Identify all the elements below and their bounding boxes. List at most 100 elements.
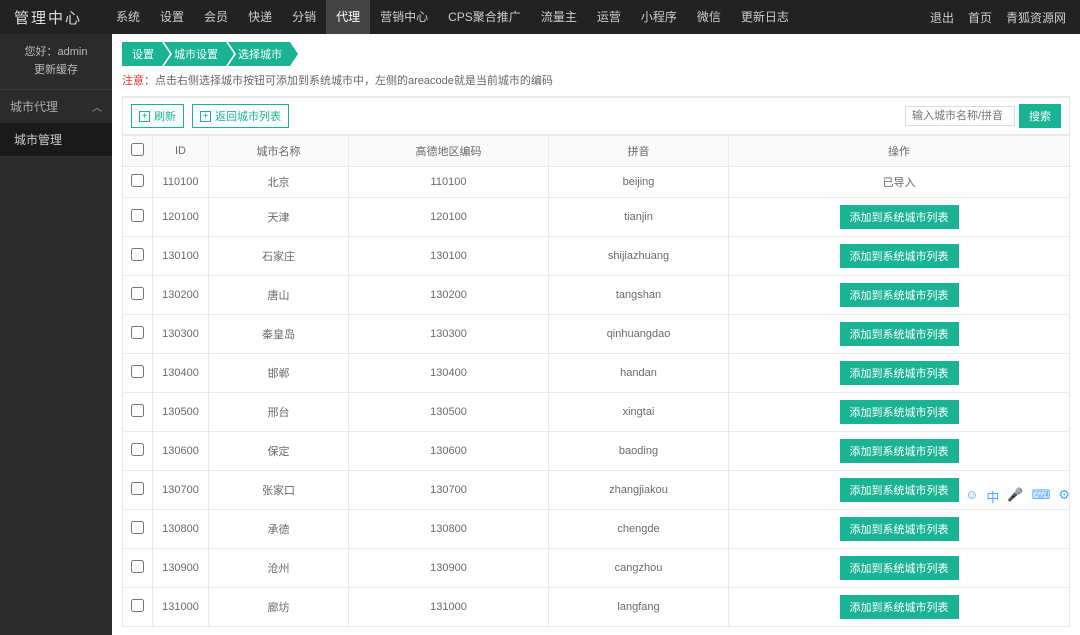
row-checkbox[interactable] (131, 404, 144, 417)
topnav-item[interactable]: 设置 (150, 0, 194, 34)
cell-id: 130600 (153, 432, 209, 471)
top-right-link[interactable]: 退出 (930, 9, 954, 26)
table-row: 130500邢台130500xingtai添加到系统城市列表 (123, 393, 1070, 432)
note-text: 注意：点击右侧选择城市按钮可添加到系统城市中，左侧的areacode就是当前城市… (122, 72, 1070, 88)
row-checkbox[interactable] (131, 287, 144, 300)
add-to-system-button[interactable]: 添加到系统城市列表 (840, 595, 959, 619)
cell-code: 130200 (349, 276, 549, 315)
mic-icon[interactable]: 🎤 (1007, 487, 1023, 506)
cell-pinyin: chengde (549, 510, 729, 549)
search-input[interactable] (905, 106, 1015, 126)
crumb-select-city[interactable]: 选择城市 (228, 42, 298, 66)
row-checkbox[interactable] (131, 365, 144, 378)
back-city-list-button[interactable]: + 返回城市列表 (192, 104, 289, 128)
topnav-item[interactable]: 代理 (326, 0, 370, 34)
topnav-item[interactable]: 微信 (687, 0, 731, 34)
cell-code: 130500 (349, 393, 549, 432)
cell-op: 添加到系统城市列表 (729, 549, 1070, 588)
topnav-item[interactable]: 系统 (106, 0, 150, 34)
emoji-icon[interactable]: ☺ (965, 487, 978, 506)
row-checkbox[interactable] (131, 521, 144, 534)
search-button[interactable]: 搜索 (1019, 104, 1061, 128)
crumb-city-settings[interactable]: 城市设置 (164, 42, 234, 66)
cell-code: 120100 (349, 198, 549, 237)
topnav-item[interactable]: 快递 (238, 0, 282, 34)
breadcrumb: 设置 城市设置 选择城市 (122, 42, 1070, 66)
search-wrap: 搜索 (905, 104, 1061, 128)
cell-code: 130400 (349, 354, 549, 393)
row-checkbox[interactable] (131, 443, 144, 456)
add-to-system-button[interactable]: 添加到系统城市列表 (840, 400, 959, 424)
settings-icon[interactable]: ⚙ (1058, 487, 1070, 506)
cell-pinyin: tianjin (549, 198, 729, 237)
plus-icon: + (200, 111, 211, 122)
add-to-system-button[interactable]: 添加到系统城市列表 (840, 205, 959, 229)
cell-name: 保定 (209, 432, 349, 471)
add-to-system-button[interactable]: 添加到系统城市列表 (840, 283, 959, 307)
chevron-up-icon: ︿ (92, 99, 102, 114)
top-right-link[interactable]: 首页 (968, 9, 992, 26)
add-to-system-button[interactable]: 添加到系统城市列表 (840, 439, 959, 463)
topnav-item[interactable]: CPS聚合推广 (438, 0, 531, 34)
row-checkbox[interactable] (131, 326, 144, 339)
cell-name: 廊坊 (209, 588, 349, 627)
add-to-system-button[interactable]: 添加到系统城市列表 (840, 322, 959, 346)
cell-code: 130900 (349, 549, 549, 588)
cell-pinyin: xingtai (549, 393, 729, 432)
toolbar: + 刷新 + 返回城市列表 搜索 (122, 96, 1070, 135)
cell-pinyin: handan (549, 354, 729, 393)
crumb-settings[interactable]: 设置 (122, 42, 170, 66)
cell-pinyin: zhangjiakou (549, 471, 729, 510)
row-checkbox[interactable] (131, 482, 144, 495)
sidebar-item-city-manage[interactable]: 城市管理 (0, 123, 112, 157)
cell-id: 130200 (153, 276, 209, 315)
topnav-item[interactable]: 分销 (282, 0, 326, 34)
cell-op: 已导入 (729, 167, 1070, 198)
keyboard-icon[interactable]: ⌨ (1032, 487, 1051, 506)
add-to-system-button[interactable]: 添加到系统城市列表 (840, 361, 959, 385)
cell-id: 110100 (153, 167, 209, 198)
col-code: 高德地区编码 (349, 136, 549, 167)
topnav-item[interactable]: 会员 (194, 0, 238, 34)
cell-op: 添加到系统城市列表 (729, 276, 1070, 315)
row-checkbox[interactable] (131, 174, 144, 187)
cell-name: 天津 (209, 198, 349, 237)
cache-refresh-link[interactable]: 更新缓存 (0, 62, 112, 80)
topnav-item[interactable]: 运营 (587, 0, 631, 34)
col-op: 操作 (729, 136, 1070, 167)
topnav-item[interactable]: 更新日志 (731, 0, 799, 34)
cell-name: 北京 (209, 167, 349, 198)
cell-id: 130400 (153, 354, 209, 393)
select-all-checkbox[interactable] (131, 143, 144, 156)
cell-name: 承德 (209, 510, 349, 549)
refresh-button[interactable]: + 刷新 (131, 104, 184, 128)
row-checkbox[interactable] (131, 599, 144, 612)
cell-pinyin: beijing (549, 167, 729, 198)
cell-op: 添加到系统城市列表 (729, 315, 1070, 354)
row-checkbox[interactable] (131, 209, 144, 222)
cell-pinyin: langfang (549, 588, 729, 627)
cell-pinyin: tangshan (549, 276, 729, 315)
zh-icon[interactable]: 中 (986, 487, 999, 506)
cell-op: 添加到系统城市列表 (729, 588, 1070, 627)
cell-name: 张家口 (209, 471, 349, 510)
row-checkbox[interactable] (131, 560, 144, 573)
cell-op: 添加到系统城市列表 (729, 510, 1070, 549)
add-to-system-button[interactable]: 添加到系统城市列表 (840, 478, 959, 502)
row-checkbox[interactable] (131, 248, 144, 261)
cell-op: 添加到系统城市列表 (729, 393, 1070, 432)
topnav-item[interactable]: 小程序 (631, 0, 687, 34)
top-right-link[interactable]: 青狐资源网 (1006, 9, 1066, 26)
cell-code: 131000 (349, 588, 549, 627)
add-to-system-button[interactable]: 添加到系统城市列表 (840, 244, 959, 268)
sidebar-group-city-agent[interactable]: 城市代理 ︿ (0, 90, 112, 123)
topnav-item[interactable]: 流量主 (531, 0, 587, 34)
topnav-item[interactable]: 营销中心 (370, 0, 438, 34)
table-row: 120100天津120100tianjin添加到系统城市列表 (123, 198, 1070, 237)
cell-id: 130300 (153, 315, 209, 354)
cell-name: 邢台 (209, 393, 349, 432)
add-to-system-button[interactable]: 添加到系统城市列表 (840, 517, 959, 541)
col-id: ID (153, 136, 209, 167)
add-to-system-button[interactable]: 添加到系统城市列表 (840, 556, 959, 580)
col-name: 城市名称 (209, 136, 349, 167)
